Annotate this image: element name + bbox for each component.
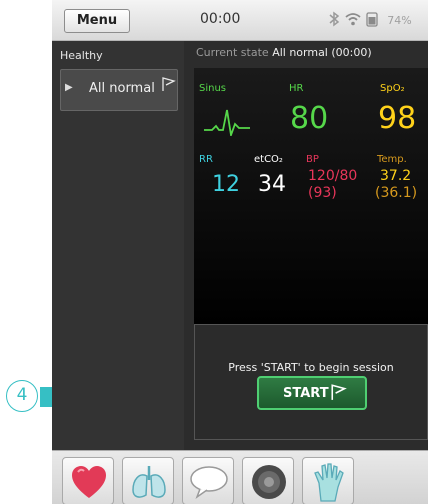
flag-icon [331, 384, 347, 400]
session-prompt: Press 'START' to begin session [228, 361, 394, 374]
session-start-panel: Press 'START' to begin session START [194, 324, 428, 440]
rr-value: 12 [212, 172, 240, 197]
step-number-marker: 4 [6, 380, 38, 412]
speech-bubble-icon [190, 466, 228, 500]
current-state-value: All normal (00:00) [272, 46, 372, 59]
state-list-panel: Healthy ▶ All normal [52, 41, 184, 450]
etco2-value: 34 [258, 172, 286, 197]
spo2-value: 98 [378, 101, 417, 136]
heart-icon [72, 466, 106, 498]
temp-secondary-value: (36.1) [375, 185, 418, 201]
lungs-button[interactable] [122, 457, 174, 504]
clock: 00:00 [200, 11, 241, 27]
current-state: Current state All normal (00:00) [196, 46, 372, 59]
menu-button[interactable]: Menu [64, 9, 130, 33]
heart-button[interactable] [62, 457, 114, 504]
temp-value: 37.2 [380, 168, 412, 184]
hr-value: 80 [290, 101, 329, 136]
spo2-label: SpO₂ [380, 83, 405, 94]
speaker-icon [252, 465, 286, 499]
bp-label: BP [306, 154, 319, 165]
start-button-label: START [283, 386, 329, 401]
speaker-button[interactable] [242, 457, 294, 504]
bp-value: 120/80 [308, 168, 358, 184]
speech-button[interactable] [182, 457, 234, 504]
panel-title: Healthy [60, 49, 103, 62]
triangle-right-icon: ▶ [65, 82, 73, 93]
temp-label: Temp. [377, 154, 407, 165]
glove-button[interactable] [302, 457, 354, 504]
state-item-label: All normal [89, 81, 155, 96]
flag-icon [162, 77, 176, 91]
simulator-app: Menu 00:00 74% Healthy ▶ All normal Curr… [52, 0, 428, 504]
ecg-waveform-icon [204, 109, 250, 136]
system-icons: 74% [328, 10, 428, 30]
rr-label: RR [199, 154, 213, 165]
patient-monitor: Sinus HR 80 SpO₂ 98 RR 12 etCO₂ 34 BP 12… [194, 68, 428, 324]
glove-icon [314, 463, 344, 502]
bottom-toolbar [52, 450, 428, 504]
wifi-icon [345, 12, 361, 30]
start-button[interactable]: START [257, 376, 367, 410]
etco2-label: etCO₂ [254, 154, 283, 165]
state-item-all-normal[interactable]: ▶ All normal [60, 69, 178, 111]
hr-label: HR [289, 83, 304, 94]
sinus-label: Sinus [199, 83, 227, 94]
battery-icon [366, 11, 378, 31]
current-state-prefix: Current state [196, 46, 269, 59]
status-bar: Menu 00:00 74% [52, 0, 428, 41]
bluetooth-icon [328, 11, 340, 31]
lungs-icon [132, 466, 166, 498]
battery-percentage: 74% [387, 14, 412, 27]
bp-mean-value: (93) [308, 185, 337, 201]
